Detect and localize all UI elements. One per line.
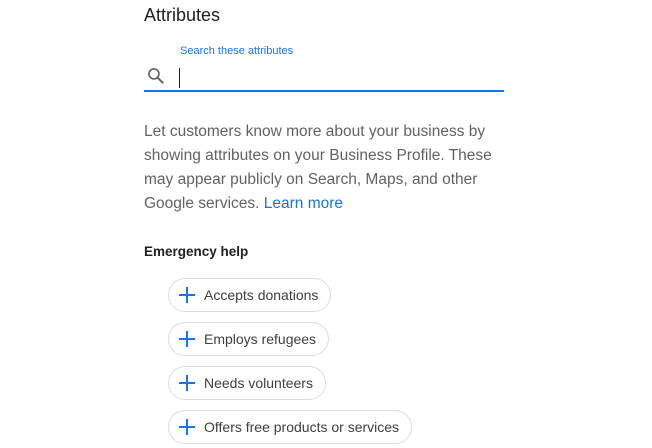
learn-more-link[interactable]: Learn more [264,195,343,212]
section-title: Emergency help [144,244,249,259]
search-icon [148,68,164,84]
search-input[interactable] [178,66,498,88]
description: Let customers know more about your busin… [144,120,514,216]
chip-label: Employs refugees [204,331,317,347]
attribute-chip-employs-refugees[interactable]: Employs refugees [168,322,330,356]
page-title: Attributes [144,5,221,25]
attribute-chip-offers-free-products[interactable]: Offers free products or services [168,410,413,444]
plus-icon [179,287,195,303]
attribute-chip-needs-volunteers[interactable]: Needs volunteers [168,366,326,400]
chip-label: Offers free products or services [204,419,400,435]
text-caret [179,68,180,88]
chip-label: Accepts donations [204,287,319,303]
attributes-page: Attributes Search these attributes Let c… [0,0,652,448]
plus-icon [179,331,195,347]
plus-icon [179,375,195,391]
search-field[interactable] [144,62,504,92]
plus-icon [179,419,195,435]
attribute-chip-list: Accepts donations Employs refugees Needs… [168,278,413,448]
chip-label: Needs volunteers [204,375,313,391]
search-field-label: Search these attributes [180,45,294,57]
attribute-chip-accepts-donations[interactable]: Accepts donations [168,278,332,312]
